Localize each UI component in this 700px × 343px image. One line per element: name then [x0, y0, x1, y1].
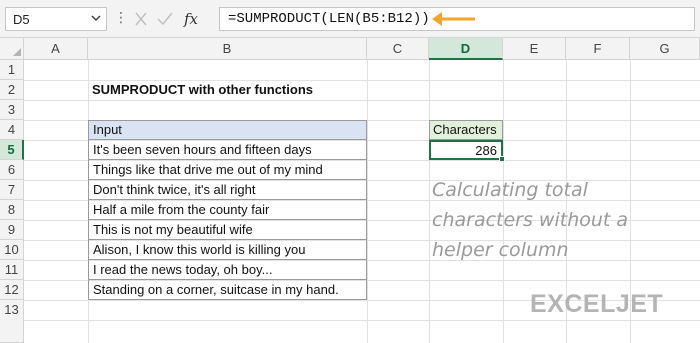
- input-cell[interactable]: It's been seven hours and fifteen days: [88, 140, 367, 160]
- row-header-5[interactable]: 5: [0, 140, 24, 160]
- formula-bar-controls: fx: [124, 7, 216, 31]
- logo-text: EXCELJET: [530, 290, 663, 318]
- row-header-9[interactable]: 9: [0, 220, 24, 240]
- input-cell[interactable]: Things like that drive me out of my mind: [88, 160, 367, 180]
- column-header-g[interactable]: G: [630, 38, 700, 60]
- x-icon[interactable]: [135, 12, 147, 26]
- row-header-10[interactable]: 10: [0, 240, 24, 260]
- fill-handle[interactable]: [499, 156, 505, 162]
- exceljet-logo: EXCELJET: [530, 288, 690, 318]
- row-header-4[interactable]: 4: [0, 120, 24, 140]
- row-header-2[interactable]: 2: [0, 80, 24, 100]
- column-header-e[interactable]: E: [503, 38, 566, 60]
- select-all-triangle-icon: [13, 48, 21, 56]
- input-cell[interactable]: This is not my beautiful wife: [88, 220, 367, 240]
- input-header-cell[interactable]: Input: [88, 120, 367, 140]
- characters-header-cell[interactable]: Characters: [429, 120, 503, 140]
- row-header-12[interactable]: 12: [0, 280, 24, 300]
- input-cell[interactable]: I read the news today, oh boy...: [88, 260, 367, 280]
- chevron-down-icon[interactable]: [90, 8, 102, 31]
- row-header-7[interactable]: 7: [0, 180, 24, 200]
- input-cell[interactable]: Alison, I know this world is killing you: [88, 240, 367, 260]
- column-header-b[interactable]: B: [88, 38, 367, 60]
- check-icon[interactable]: [157, 12, 173, 26]
- input-cell[interactable]: Standing on a corner, suitcase in my han…: [88, 280, 367, 300]
- row-header-3[interactable]: 3: [0, 100, 24, 120]
- row-header-1[interactable]: 1: [0, 60, 24, 80]
- gridline: [24, 80, 700, 81]
- column-header-d[interactable]: D: [429, 38, 503, 60]
- gridline: [24, 100, 700, 101]
- row-header-8[interactable]: 8: [0, 200, 24, 220]
- row-header-11[interactable]: 11: [0, 260, 24, 280]
- annotation-note: Calculating total characters without a h…: [432, 179, 629, 261]
- arrow-left-icon: [428, 9, 478, 29]
- characters-result-cell[interactable]: 286: [429, 140, 503, 160]
- row-header-13[interactable]: 13: [0, 300, 24, 343]
- column-header-f[interactable]: F: [566, 38, 630, 60]
- fx-icon[interactable]: fx: [183, 10, 199, 28]
- row-header-6[interactable]: 6: [0, 160, 24, 180]
- column-header-a[interactable]: A: [24, 38, 88, 60]
- input-cell[interactable]: Don't think twice, it's all right: [88, 180, 367, 200]
- input-cell[interactable]: Half a mile from the county fair: [88, 200, 367, 220]
- column-header-c[interactable]: C: [367, 38, 429, 60]
- svg-text:fx: fx: [183, 10, 199, 28]
- gridline: [24, 320, 700, 321]
- sheet-title[interactable]: SUMPRODUCT with other functions: [92, 82, 313, 97]
